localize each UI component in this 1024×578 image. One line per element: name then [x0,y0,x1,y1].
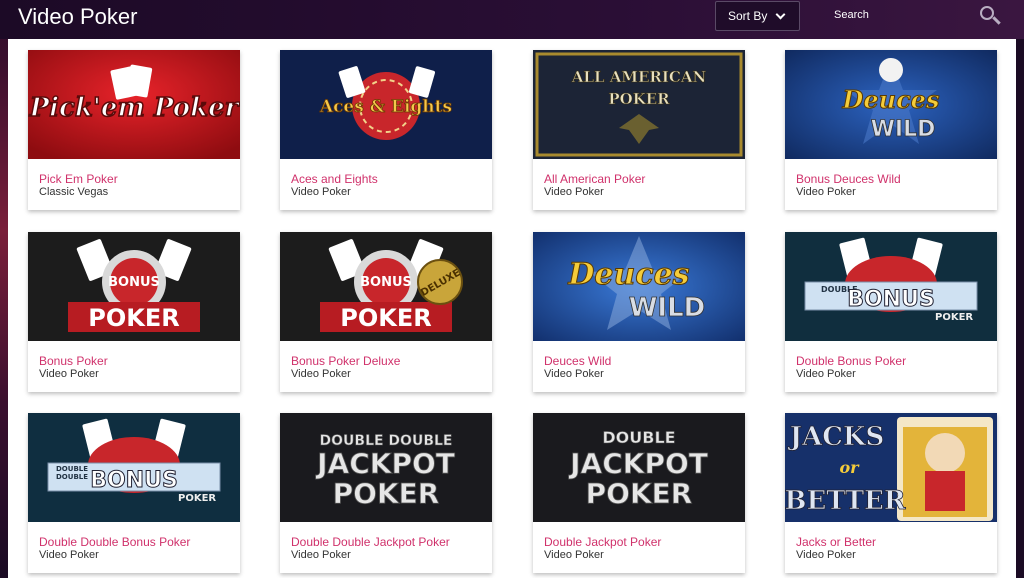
game-category: Video Poker [796,186,856,198]
svg-text:WILD: WILD [629,293,706,323]
game-card-bonus-poker[interactable]: BONUS POKER Bonus Poker Video Poker [28,232,240,392]
game-thumbnail[interactable]: Aces & Eights [280,50,492,159]
svg-text:BONUS: BONUS [108,275,160,290]
svg-text:POKER: POKER [608,90,670,108]
game-title[interactable]: Bonus Deuces Wild [796,172,901,186]
game-category: Video Poker [291,549,351,561]
svg-text:POKER: POKER [935,312,973,323]
svg-text:Deuces: Deuces [842,85,940,114]
game-category: Video Poker [544,368,604,380]
game-title[interactable]: Bonus Poker [39,354,108,368]
game-card-bonus-poker-deluxe[interactable]: BONUS POKER DELUXE Bonus Poker Deluxe Vi… [280,232,492,392]
game-card-double-double-bonus-poker[interactable]: DOUBLE DOUBLE BONUS POKER Double Double … [28,413,240,573]
svg-text:JACKS: JACKS [788,422,885,452]
svg-text:POKER: POKER [333,477,440,510]
svg-text:or: or [839,458,860,477]
game-title[interactable]: All American Poker [544,172,645,186]
game-category: Video Poker [796,368,856,380]
svg-text:POKER: POKER [88,304,179,332]
game-category: Video Poker [291,186,351,198]
svg-text:BONUS: BONUS [90,468,178,493]
top-bar: Video Poker Sort By Search [0,0,1024,39]
game-category: Video Poker [39,368,99,380]
svg-text:WILD: WILD [871,117,936,142]
svg-text:POKER: POKER [340,304,431,332]
svg-text:JACKPOT: JACKPOT [568,447,708,480]
game-card-double-bonus-poker[interactable]: DOUBLE BONUS POKER Double Bonus Poker Vi… [785,232,997,392]
game-thumbnail[interactable]: JACKS or BETTER [785,413,997,522]
search-icon[interactable] [978,4,1001,26]
sort-by-dropdown[interactable]: Sort By [715,1,800,31]
svg-text:ALL AMERICAN: ALL AMERICAN [571,68,707,86]
svg-text:BETTER: BETTER [785,486,906,516]
game-title[interactable]: Bonus Poker Deluxe [291,354,400,368]
game-thumbnail[interactable]: BONUS POKER DELUXE [280,232,492,341]
search-label[interactable]: Search [834,9,869,21]
game-card-deuces-wild[interactable]: Deuces WILD Deuces Wild Video Poker [533,232,745,392]
svg-text:BONUS: BONUS [847,287,935,312]
game-card-double-jackpot-poker[interactable]: DOUBLE JACKPOT POKER Double Jackpot Poke… [533,413,745,573]
game-thumbnail[interactable]: Deuces WILD [533,232,745,341]
game-thumbnail[interactable]: Deuces WILD [785,50,997,159]
game-category: Video Poker [39,549,99,561]
game-thumbnail[interactable]: ALL AMERICAN POKER [533,50,745,159]
game-title[interactable]: Double Bonus Poker [796,354,906,368]
game-thumbnail[interactable]: BONUS POKER [28,232,240,341]
art-text: Pick'em Poker [29,93,240,123]
art-text: Aces & Eights [319,97,452,117]
game-category: Video Poker [291,368,351,380]
svg-text:DOUBLE: DOUBLE [56,465,88,473]
game-thumbnail[interactable]: DOUBLE JACKPOT POKER [533,413,745,522]
game-category: Video Poker [544,549,604,561]
page-title: Video Poker [18,4,138,29]
chevron-down-icon [775,9,786,19]
game-thumbnail[interactable]: DOUBLE DOUBLE BONUS POKER [28,413,240,522]
game-card-bonus-deuces-wild[interactable]: Deuces WILD Bonus Deuces Wild Video Poke… [785,50,997,210]
game-title[interactable]: Double Double Bonus Poker [39,535,190,549]
game-card-double-double-jackpot-poker[interactable]: DOUBLE DOUBLE JACKPOT POKER Double Doubl… [280,413,492,573]
game-title[interactable]: Deuces Wild [544,354,611,368]
game-title[interactable]: Jacks or Better [796,535,876,549]
game-category: Video Poker [544,186,604,198]
svg-text:DOUBLE: DOUBLE [602,428,675,447]
svg-text:POKER: POKER [586,477,693,510]
game-thumbnail[interactable]: Pick'em Poker [28,50,240,159]
game-thumbnail[interactable]: DOUBLE BONUS POKER [785,232,997,341]
svg-text:Deuces: Deuces [567,257,689,292]
game-category: Classic Vegas [39,186,109,198]
game-title[interactable]: Pick Em Poker [39,172,118,186]
game-thumbnail[interactable]: DOUBLE DOUBLE JACKPOT POKER [280,413,492,522]
games-panel: Pick'em Poker Pick Em Poker Classic Vega… [8,39,1016,578]
game-category: Video Poker [796,549,856,561]
game-card-aces-and-eights[interactable]: Aces & Eights Aces and Eights Video Poke… [280,50,492,210]
game-title[interactable]: Double Double Jackpot Poker [291,535,450,549]
game-card-jacks-or-better[interactable]: JACKS or BETTER Jacks or Better Video Po… [785,413,997,573]
game-card-all-american-poker[interactable]: ALL AMERICAN POKER All American Poker Vi… [533,50,745,210]
svg-text:JACKPOT: JACKPOT [315,447,455,480]
game-title[interactable]: Aces and Eights [291,172,378,186]
svg-text:POKER: POKER [178,493,216,504]
game-card-pick-em-poker[interactable]: Pick'em Poker Pick Em Poker Classic Vega… [28,50,240,210]
game-title[interactable]: Double Jackpot Poker [544,535,661,549]
sort-by-label: Sort By [728,9,768,23]
svg-text:DOUBLE: DOUBLE [56,473,88,481]
svg-text:BONUS: BONUS [360,275,412,290]
